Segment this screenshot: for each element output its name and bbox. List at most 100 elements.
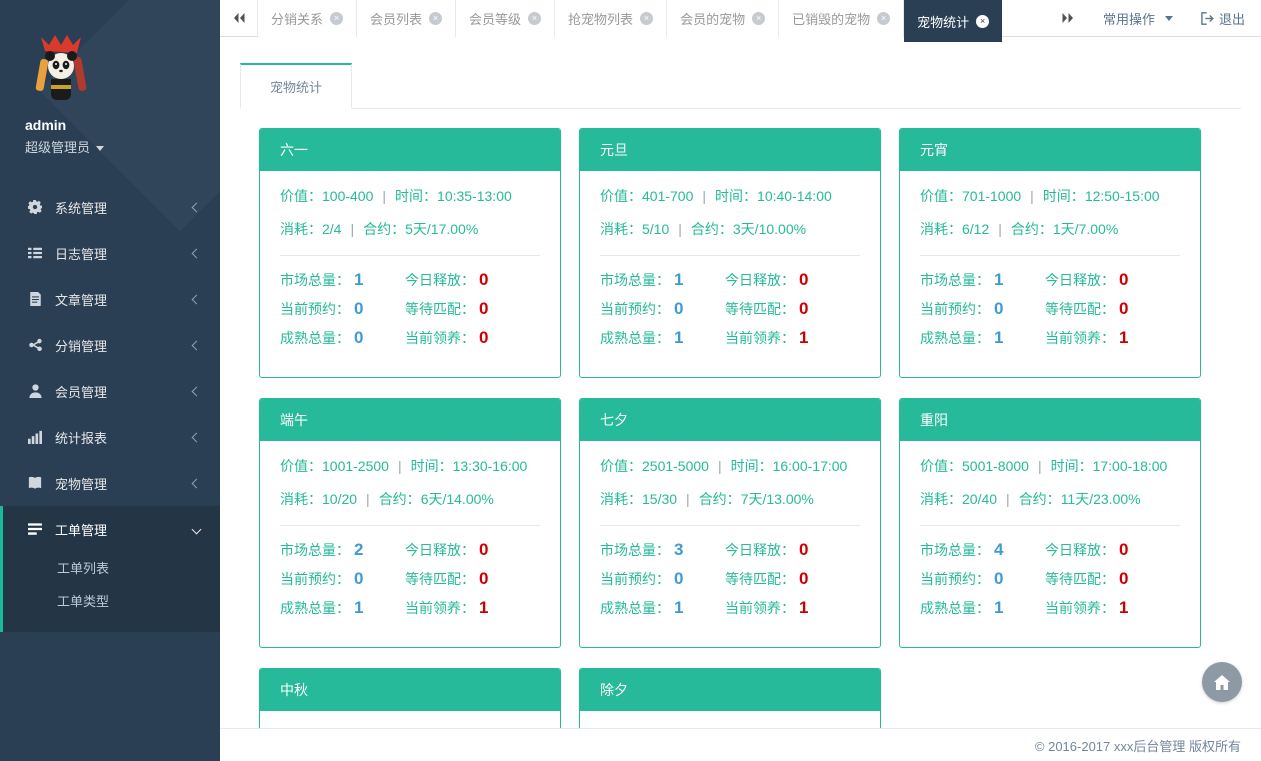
card-stats: 市场总量： 3 今日释放： 0 当前预约： 0 等待匹配： 0 成熟总量： 1 …	[600, 540, 860, 618]
stat-cell: 成熟总量： 1	[920, 598, 1045, 618]
chevron-left-icon	[192, 478, 202, 488]
stat-cell: 今日释放： 0	[405, 540, 540, 560]
stat-value: 0	[479, 540, 488, 560]
stat-label: 市场总量：	[920, 270, 990, 290]
logs-icon	[27, 246, 43, 260]
stat-value: 1	[354, 598, 363, 618]
stat-label: 今日释放：	[725, 540, 795, 560]
card-stats: 市场总量： 1 今日释放： 0 当前预约： 0 等待匹配： 0 成熟总量： 1 …	[920, 270, 1180, 348]
stat-label: 等待匹配：	[405, 569, 475, 589]
sidebar-item[interactable]: 宠物管理	[0, 460, 220, 506]
topbar-tab[interactable]: 宠物统计 ×	[904, 0, 1002, 42]
forward-icon	[1061, 12, 1075, 24]
chevron-left-icon	[192, 386, 202, 396]
value-time-line: 价值：1001-2500|时间：13:30-16:00	[280, 456, 540, 476]
stat-cell: 今日释放： 0	[1045, 540, 1180, 560]
card-header: 除夕	[580, 669, 880, 711]
admin-app: admin 超级管理员 系统管理 日志管理 文章管理 分销管理 会员管理 统计报…	[0, 0, 1261, 761]
topbar-tab[interactable]: 会员的宠物 ×	[667, 0, 779, 37]
stat-cell: 今日释放： 0	[725, 540, 860, 560]
sidebar-item[interactable]: 会员管理	[0, 368, 220, 414]
close-icon[interactable]: ×	[752, 12, 765, 25]
card-body	[580, 711, 880, 726]
card-body: 价值：5001-8000|时间：17:00-18:00 消耗：20/40|合约：…	[900, 441, 1200, 618]
stat-label: 当前预约：	[280, 569, 350, 589]
sidebar-submenu: 工单列表 工单类型	[3, 552, 220, 632]
stat-value: 0	[1119, 569, 1128, 589]
stat-cell: 当前领养： 1	[1045, 598, 1180, 618]
stat-value: 0	[994, 569, 1003, 589]
topbar-tab[interactable]: 分销关系 ×	[258, 0, 357, 37]
chart-icon	[27, 430, 43, 444]
close-icon[interactable]: ×	[976, 15, 989, 28]
card-title: 七夕	[600, 410, 628, 430]
back-to-top-button[interactable]	[1202, 662, 1242, 702]
tabs-scroll-right-button[interactable]	[1061, 12, 1075, 24]
sidebar-active-section: 工单管理 工单列表 工单类型	[0, 506, 220, 632]
stat-cell: 成熟总量： 1	[600, 328, 725, 348]
stat-cell: 成熟总量： 1	[920, 328, 1045, 348]
stat-cell: 成熟总量： 1	[600, 598, 725, 618]
close-icon[interactable]: ×	[330, 12, 343, 25]
stat-cell: 今日释放： 0	[405, 270, 540, 290]
card-divider	[600, 525, 860, 526]
stat-label: 等待匹配：	[1045, 299, 1115, 319]
stat-value: 1	[994, 328, 1003, 348]
common-operations-dropdown[interactable]: 常用操作	[1103, 9, 1173, 28]
topbar-tab[interactable]: 会员列表 ×	[357, 0, 456, 37]
card-body: 价值：701-1000|时间：12:50-15:00 消耗：6/12|合约：1天…	[900, 171, 1200, 348]
close-icon[interactable]: ×	[429, 12, 442, 25]
sidebar-item-label: 系统管理	[55, 198, 107, 217]
consume-contract-line: 消耗：6/12|合约：1天/7.00%	[920, 219, 1180, 239]
sidebar-item-workorder[interactable]: 工单管理	[3, 506, 220, 552]
stat-cell: 市场总量： 3	[600, 540, 725, 560]
user-icon	[27, 384, 43, 398]
stat-cell: 等待匹配： 0	[725, 299, 860, 319]
close-icon[interactable]: ×	[528, 12, 541, 25]
festival-card: 七夕 价值：2501-5000|时间：16:00-17:00 消耗：15/30|…	[579, 398, 881, 648]
sidebar-item[interactable]: 日志管理	[0, 230, 220, 276]
profile-panel: admin 超级管理员	[0, 0, 220, 156]
consume-contract-line: 消耗：20/40|合约：11天/23.00%	[920, 489, 1180, 509]
tab-pet-statistics[interactable]: 宠物统计	[240, 63, 352, 109]
stat-value: 0	[479, 569, 488, 589]
card-stats: 市场总量： 1 今日释放： 0 当前预约： 0 等待匹配： 0 成熟总量： 0 …	[280, 270, 540, 348]
username: admin	[25, 117, 220, 133]
logout-icon	[1201, 12, 1215, 25]
topbar-tab[interactable]: 抢宠物列表 ×	[555, 0, 667, 37]
topbar-tab[interactable]: 会员等级 ×	[456, 0, 555, 37]
sidebar-item[interactable]: 文章管理	[0, 276, 220, 322]
logout-button[interactable]: 退出	[1201, 9, 1245, 28]
stat-value: 0	[354, 328, 363, 348]
card-divider	[600, 255, 860, 256]
stat-label: 今日释放：	[405, 540, 475, 560]
stat-value: 1	[799, 328, 808, 348]
stat-label: 市场总量：	[920, 540, 990, 560]
stat-value: 1	[994, 270, 1003, 290]
sidebar-item[interactable]: 分销管理	[0, 322, 220, 368]
sidebar-subitem[interactable]: 工单列表	[3, 552, 220, 585]
stat-label: 今日释放：	[1045, 270, 1115, 290]
sidebar-item[interactable]: 统计报表	[0, 414, 220, 460]
caret-down-icon	[96, 146, 104, 151]
stat-cell: 当前领养： 1	[1045, 328, 1180, 348]
stat-label: 等待匹配：	[405, 299, 475, 319]
role-dropdown[interactable]: 超级管理员	[25, 137, 220, 156]
card-body: 价值：1001-2500|时间：13:30-16:00 消耗：10/20|合约：…	[260, 441, 560, 618]
close-icon[interactable]: ×	[640, 12, 653, 25]
tabs-scroll-left-button[interactable]	[220, 0, 258, 36]
role-label: 超级管理员	[25, 140, 90, 155]
stat-value: 1	[1119, 328, 1128, 348]
workorder-icon	[27, 522, 43, 536]
stat-value: 1	[674, 598, 683, 618]
festival-card: 元宵 价值：701-1000|时间：12:50-15:00 消耗：6/12|合约…	[899, 128, 1201, 378]
sidebar-subitem[interactable]: 工单类型	[3, 585, 220, 618]
stat-cell: 市场总量： 1	[280, 270, 405, 290]
stat-value: 1	[479, 598, 488, 618]
card-body: 价值：2501-5000|时间：16:00-17:00 消耗：15/30|合约：…	[580, 441, 880, 618]
card-title: 端午	[280, 410, 308, 430]
chevron-left-icon	[192, 294, 202, 304]
topbar-tab[interactable]: 已销毁的宠物 ×	[779, 0, 904, 37]
consume-contract-line: 消耗：10/20|合约：6天/14.00%	[280, 489, 540, 509]
close-icon[interactable]: ×	[877, 12, 890, 25]
